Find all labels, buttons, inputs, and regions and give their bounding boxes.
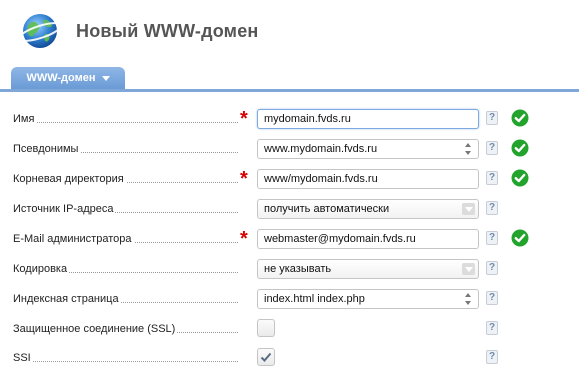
- field-label: Источник IP-адреса: [13, 203, 253, 215]
- form-row-charset: Кодировка не указывать?: [0, 258, 579, 282]
- ssi-checkbox[interactable]: [257, 348, 275, 366]
- label-text: Кодировка: [13, 263, 70, 275]
- required-asterisk: *: [240, 228, 248, 250]
- tab-bar: WWW-домен: [0, 67, 579, 92]
- charset-select[interactable]: не указывать: [257, 259, 479, 279]
- dropdown-arrow-icon[interactable]: [462, 203, 475, 215]
- ssl-checkbox[interactable]: [257, 319, 275, 337]
- field-label: Индексная страница: [13, 293, 253, 305]
- label-text: Корневая директория: [13, 173, 126, 185]
- form-row-index-page: Индексная страница index.html index.php?: [0, 288, 579, 312]
- tab-label: WWW-домен: [26, 72, 96, 84]
- field-label: Имя: [13, 113, 253, 125]
- field-label: Псевдонимы: [13, 143, 253, 155]
- form-row-ip-source: Источник IP-адреса получить автоматически…: [0, 198, 579, 222]
- ip-source-select[interactable]: получить автоматически: [257, 199, 479, 219]
- label-text: Источник IP-адреса: [13, 203, 116, 215]
- form-row-docroot: Корневая директория * www/mydomain.fvds.ru…: [0, 168, 579, 192]
- check-circle-icon: [511, 169, 529, 187]
- tab-www-domain[interactable]: WWW-домен: [11, 67, 125, 89]
- field-value: mydomain.fvds.ru: [264, 113, 351, 125]
- index-page-input[interactable]: index.html index.php: [257, 289, 479, 309]
- field-label: Кодировка: [13, 263, 253, 275]
- field-value: www/mydomain.fvds.ru: [264, 173, 378, 185]
- label-text: Имя: [13, 113, 37, 125]
- label-text: SSI: [13, 352, 33, 364]
- check-circle-icon: [511, 139, 529, 157]
- admin-email-input[interactable]: webmaster@mydomain.fvds.ru: [257, 229, 479, 249]
- required-asterisk: *: [240, 108, 248, 130]
- page-title: Новый WWW-домен: [76, 21, 259, 41]
- page-header: Новый WWW-домен: [0, 0, 579, 62]
- field-value: www.mydomain.fvds.ru: [264, 143, 378, 155]
- field-label: SSI: [13, 352, 253, 364]
- label-text: Псевдонимы: [13, 143, 81, 155]
- required-asterisk: *: [240, 168, 248, 190]
- dotted-leader: [13, 361, 238, 362]
- form-row-ssi: SSI?: [0, 347, 579, 371]
- help-icon[interactable]: ?: [486, 171, 498, 185]
- label-text: Защищенное соединение (SSL): [13, 323, 178, 335]
- help-icon[interactable]: ?: [486, 350, 498, 364]
- help-icon[interactable]: ?: [486, 231, 498, 245]
- form-row-name: Имя * mydomain.fvds.ru?: [0, 108, 579, 132]
- field-value: webmaster@mydomain.fvds.ru: [264, 233, 416, 245]
- field-label: Корневая директория: [13, 173, 253, 185]
- help-icon[interactable]: ?: [486, 261, 498, 275]
- help-icon[interactable]: ?: [486, 141, 498, 155]
- field-value: не указывать: [264, 263, 332, 275]
- dotted-leader: [13, 122, 238, 123]
- aliases-input[interactable]: www.mydomain.fvds.ru: [257, 139, 479, 159]
- check-circle-icon: [511, 109, 529, 127]
- field-value: index.html index.php: [264, 293, 365, 305]
- name-input[interactable]: mydomain.fvds.ru: [257, 109, 479, 129]
- help-icon[interactable]: ?: [486, 201, 498, 215]
- form-row-admin-email: E-Mail администратора * webmaster@mydomain…: [0, 228, 579, 252]
- field-value: получить автоматически: [264, 203, 390, 215]
- field-label: E-Mail администратора: [13, 233, 253, 245]
- help-icon[interactable]: ?: [486, 291, 498, 305]
- label-text: E-Mail администратора: [13, 233, 134, 245]
- dropdown-arrow-icon[interactable]: [462, 263, 475, 275]
- docroot-input[interactable]: www/mydomain.fvds.ru: [257, 169, 479, 189]
- field-label: Защищенное соединение (SSL): [13, 323, 253, 335]
- resize-arrows-icon[interactable]: [464, 292, 473, 306]
- globe-icon: [17, 14, 63, 48]
- help-icon[interactable]: ?: [486, 111, 498, 125]
- chevron-down-icon: [101, 76, 110, 81]
- form-row-aliases: Псевдонимы www.mydomain.fvds.ru?: [0, 138, 579, 162]
- form-row-ssl: Защищенное соединение (SSL)?: [0, 318, 579, 342]
- label-text: Индексная страница: [13, 293, 121, 305]
- resize-arrows-icon[interactable]: [464, 142, 473, 156]
- help-icon[interactable]: ?: [486, 321, 498, 335]
- check-circle-icon: [511, 229, 529, 247]
